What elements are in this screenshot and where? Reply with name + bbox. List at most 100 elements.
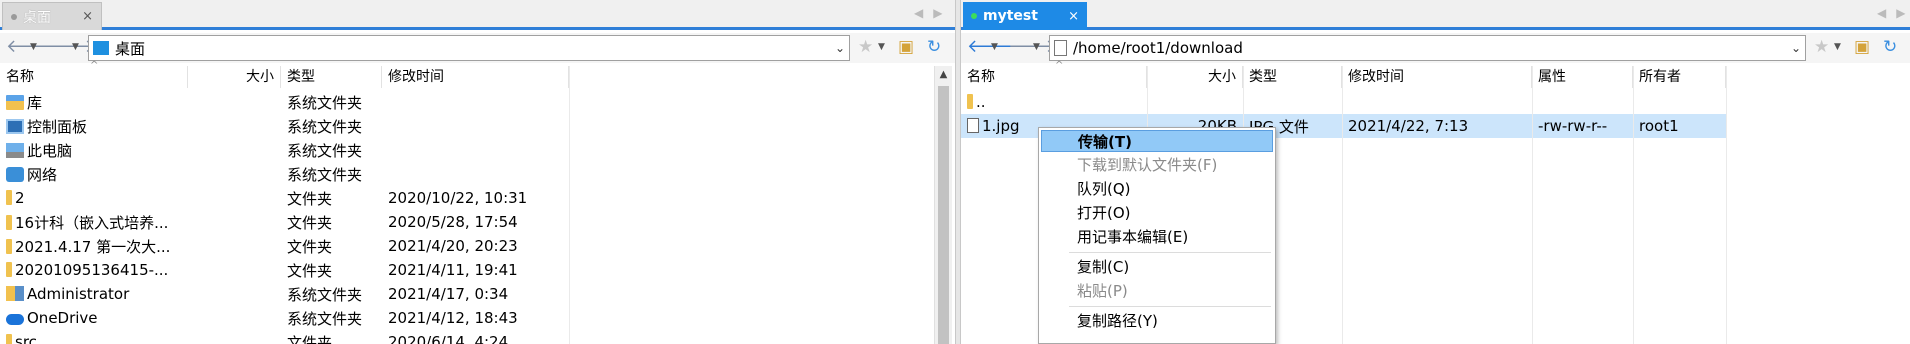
folder-icon xyxy=(6,334,12,344)
list-item[interactable]: 2021.4.17 第一次大... 文件夹 2021/4/20, 20:23 xyxy=(0,234,569,258)
menu-separator xyxy=(1069,306,1271,307)
item-attributes: -rw-rw-r-- xyxy=(1538,117,1608,135)
column-divider xyxy=(1532,66,1533,344)
list-item[interactable]: 此电脑 系统文件夹 xyxy=(0,138,569,162)
item-name: Administrator xyxy=(27,285,130,303)
computer-icon xyxy=(6,142,24,158)
tab-status-dot xyxy=(11,13,17,20)
tab-label: 桌面 xyxy=(23,9,51,26)
item-modified: 2021/4/11, 19:41 xyxy=(388,261,518,279)
connected-status-icon xyxy=(971,13,977,19)
right-path-input[interactable]: /home/root1/download ⌄ xyxy=(1049,35,1806,61)
list-item[interactable]: 控制面板 系统文件夹 xyxy=(0,114,569,138)
left-path-input[interactable]: 桌面 ⌄ xyxy=(88,35,850,61)
menu-separator xyxy=(1069,252,1271,253)
menu-item-open[interactable]: 打开(O) xyxy=(1041,202,1273,224)
column-divider xyxy=(569,66,570,344)
parent-folder-icon[interactable]: ▣ xyxy=(898,38,914,56)
item-type: 系统文件夹 xyxy=(287,309,363,328)
list-item[interactable]: src 文件夹 2020/6/14, 4:24 xyxy=(0,330,569,344)
tab-desktop[interactable]: 桌面 × xyxy=(2,2,102,30)
item-type: 文件夹 xyxy=(287,189,333,208)
item-name: .. xyxy=(976,93,986,111)
back-dropdown-icon[interactable]: ▼ xyxy=(30,42,37,52)
item-type: 系统文件夹 xyxy=(287,141,363,160)
bookmark-star-icon[interactable]: ★ xyxy=(858,38,873,56)
tab-scroll-arrows[interactable]: ◀▶ xyxy=(914,6,952,20)
list-item[interactable]: 2 文件夹 2020/10/22, 10:31 xyxy=(0,186,569,210)
bookmark-dropdown-icon[interactable]: ▼ xyxy=(1834,42,1841,52)
item-type: 文件夹 xyxy=(287,333,333,344)
menu-item-copy[interactable]: 复制(C) xyxy=(1041,256,1273,278)
item-type: 系统文件夹 xyxy=(287,117,363,136)
onedrive-icon xyxy=(6,314,24,325)
menu-item-transfer[interactable]: 传输(T) xyxy=(1041,130,1273,152)
menu-item-queue[interactable]: 队列(Q) xyxy=(1041,178,1273,200)
item-modified: 2020/6/14, 4:24 xyxy=(388,333,509,344)
tab-mytest[interactable]: mytest × xyxy=(963,2,1087,30)
control-panel-icon xyxy=(6,118,24,134)
sort-arrow-icon: ^ xyxy=(1055,60,1064,71)
bookmark-star-icon[interactable]: ★ xyxy=(1814,38,1829,56)
col-size[interactable]: 大小 xyxy=(1147,66,1243,88)
item-name: 2021.4.17 第一次大... xyxy=(15,237,171,256)
item-name: 2 xyxy=(15,189,25,207)
folder-icon xyxy=(6,190,12,205)
refresh-icon[interactable]: ↻ xyxy=(927,38,941,56)
col-type[interactable]: 类型 xyxy=(1243,66,1342,88)
left-vertical-scrollbar[interactable]: ▲ xyxy=(934,66,952,344)
list-item[interactable]: OneDrive 系统文件夹 2021/4/12, 18:43 xyxy=(0,306,569,330)
folder-icon xyxy=(6,214,12,230)
item-name: 16计科（嵌入式培养... xyxy=(15,213,169,232)
document-icon xyxy=(1054,40,1067,56)
parent-folder-icon xyxy=(967,94,973,109)
list-item[interactable]: .. xyxy=(961,90,1726,114)
col-modified[interactable]: 修改时间 xyxy=(1342,66,1532,88)
col-attributes[interactable]: 属性 xyxy=(1532,66,1633,88)
list-item[interactable]: Administrator 系统文件夹 2021/4/17, 0:34 xyxy=(0,282,569,306)
col-name[interactable]: 名称 xyxy=(961,66,1147,88)
list-item[interactable]: 网络 系统文件夹 xyxy=(0,162,569,186)
menu-item-paste[interactable]: 粘贴(P) xyxy=(1041,280,1273,302)
forward-dropdown-icon[interactable]: ▼ xyxy=(72,42,79,52)
list-item[interactable]: 16计科（嵌入式培养... 文件夹 2020/5/28, 17:54 xyxy=(0,210,569,234)
parent-folder-icon[interactable]: ▣ xyxy=(1854,38,1870,56)
item-modified: 2021/4/17, 0:34 xyxy=(388,285,509,303)
library-icon xyxy=(6,94,24,110)
list-item[interactable]: 20201095136415-... 文件夹 2021/4/11, 19:41 xyxy=(0,258,569,282)
folder-icon xyxy=(6,238,12,254)
desktop-icon xyxy=(93,41,109,55)
scroll-thumb[interactable] xyxy=(938,86,949,344)
tab-scroll-arrows[interactable]: ◀▶ xyxy=(1877,6,1910,20)
col-size[interactable]: 大小 xyxy=(188,66,281,88)
file-icon xyxy=(967,118,979,133)
item-type: 系统文件夹 xyxy=(287,93,363,112)
right-address-bar: 🡐 ▼ 🡒 ▼ /home/root1/download ⌄ ★ ▼ ▣ ↻ xyxy=(961,33,1910,63)
chevron-down-icon[interactable]: ⌄ xyxy=(831,41,849,55)
column-divider xyxy=(1726,66,1727,344)
col-modified[interactable]: 修改时间 xyxy=(382,66,569,88)
item-type: 系统文件夹 xyxy=(287,285,363,304)
left-pane: 桌面 × ◀▶ 🡐 ▼ 🡒 ▼ 桌面 ⌄ ★ ▼ ▣ ↻ 名称 大小 类型 修改… xyxy=(0,0,955,344)
bookmark-dropdown-icon[interactable]: ▼ xyxy=(878,42,885,52)
left-tab-bar: 桌面 × ◀▶ xyxy=(0,0,955,30)
item-name: 网络 xyxy=(27,165,58,184)
menu-item-edit-notepad[interactable]: 用记事本编辑(E) xyxy=(1041,226,1273,248)
list-item[interactable]: 库 系统文件夹 xyxy=(0,90,569,114)
menu-item-download-default[interactable]: 下载到默认文件夹(F) xyxy=(1041,154,1273,176)
scroll-up-icon[interactable]: ▲ xyxy=(935,69,952,80)
item-name: OneDrive xyxy=(27,309,98,327)
item-name: 此电脑 xyxy=(27,141,73,160)
item-name: src xyxy=(15,333,37,344)
close-icon[interactable]: × xyxy=(82,9,93,24)
close-icon[interactable]: × xyxy=(1068,9,1079,24)
back-dropdown-icon[interactable]: ▼ xyxy=(991,42,998,52)
item-modified: 2020/10/22, 10:31 xyxy=(388,189,528,207)
sort-arrow-icon: ^ xyxy=(90,60,99,71)
menu-item-copy-path[interactable]: 复制路径(Y) xyxy=(1041,310,1273,332)
col-type[interactable]: 类型 xyxy=(281,66,382,88)
refresh-icon[interactable]: ↻ xyxy=(1883,38,1897,56)
forward-dropdown-icon[interactable]: ▼ xyxy=(1033,42,1040,52)
chevron-down-icon[interactable]: ⌄ xyxy=(1787,41,1805,55)
col-owner[interactable]: 所有者 xyxy=(1633,66,1726,88)
